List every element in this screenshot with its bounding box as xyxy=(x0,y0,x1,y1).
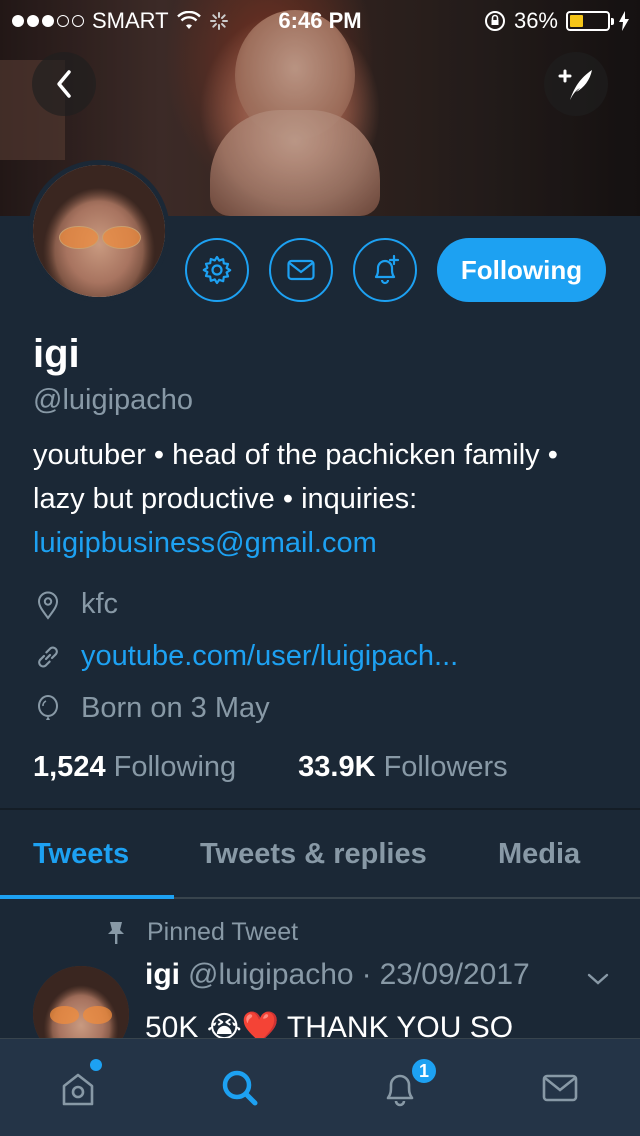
settings-button[interactable] xyxy=(185,238,249,302)
activity-spinner-icon xyxy=(209,12,228,30)
following-count: 1,524 xyxy=(33,751,106,783)
profile-tabs: Tweets Tweets & replies Media xyxy=(0,808,640,899)
active-tab-indicator xyxy=(0,895,174,899)
message-button[interactable] xyxy=(269,238,333,302)
status-left: SMART xyxy=(12,8,229,34)
back-button[interactable] xyxy=(32,52,96,116)
followers-label: Followers xyxy=(383,751,508,783)
compose-feather-icon xyxy=(558,69,592,100)
pinned-tweet-text: Pinned Tweet xyxy=(147,918,299,946)
profile-name: igi xyxy=(33,332,80,376)
charging-bolt-icon xyxy=(619,11,629,31)
website-link[interactable]: youtube.com/user/luigipach... xyxy=(81,640,458,673)
signal-strength-icon xyxy=(12,15,84,27)
status-bar: SMART 6:46 PM 36% xyxy=(0,0,640,40)
profile-location: kfc xyxy=(33,588,118,621)
followers-count: 33.9K xyxy=(298,751,376,783)
tweet-date: 23/09/2017 xyxy=(379,958,530,991)
profile-avatar-image xyxy=(33,165,165,297)
location-pin-icon xyxy=(37,591,59,620)
link-icon xyxy=(38,646,58,667)
nav-home[interactable] xyxy=(28,1039,128,1136)
tab-tweets-and-replies[interactable]: Tweets & replies xyxy=(200,838,427,871)
tweet-author-handle[interactable]: @luigipacho xyxy=(188,958,354,992)
nav-messages[interactable] xyxy=(510,1039,610,1136)
following-label: Following xyxy=(113,751,237,783)
carrier-name: SMART xyxy=(92,8,169,33)
pin-icon xyxy=(108,921,124,944)
tab-media[interactable]: Media xyxy=(498,838,580,871)
battery-fill xyxy=(570,15,583,27)
follow-counts: 1,524 Following 33.9K Followers xyxy=(33,751,508,784)
chevron-down-icon[interactable] xyxy=(585,970,611,988)
nav-search[interactable] xyxy=(190,1039,290,1136)
followers-count-link[interactable]: 33.9K Followers xyxy=(298,751,508,784)
envelope-icon xyxy=(287,259,315,281)
home-icon xyxy=(62,1073,94,1106)
wifi-icon xyxy=(176,11,201,29)
status-right: 36% xyxy=(484,8,630,34)
bio-email-link[interactable]: luigipbusiness@gmail.com xyxy=(33,527,377,559)
tweet-author-name[interactable]: igi xyxy=(145,958,180,992)
pinned-tweet-label: Pinned Tweet xyxy=(105,918,298,947)
profile-website[interactable]: youtube.com/user/luigipach... xyxy=(33,640,458,673)
gear-icon xyxy=(202,255,232,285)
notifications-subscribe-button[interactable] xyxy=(353,238,417,302)
battery-icon xyxy=(566,11,614,31)
notification-count-badge: 1 xyxy=(410,1057,438,1085)
tweet-separator: · xyxy=(361,958,372,991)
compose-tweet-button[interactable] xyxy=(544,52,608,116)
following-count-link[interactable]: 1,524 Following xyxy=(33,751,236,784)
birthday-text: Born on 3 May xyxy=(81,692,270,724)
profile-handle: @luigipacho xyxy=(33,384,194,416)
chevron-left-icon xyxy=(57,70,71,98)
profile-avatar[interactable] xyxy=(28,160,170,302)
following-button[interactable]: Following xyxy=(437,238,606,302)
tab-tweets[interactable]: Tweets xyxy=(33,838,129,871)
nav-notifications[interactable]: 1 xyxy=(350,1039,450,1136)
search-icon xyxy=(222,1070,258,1106)
bio-text: youtuber • head of the pachicken family … xyxy=(33,439,558,515)
balloon-icon xyxy=(38,694,58,720)
orientation-lock-icon xyxy=(484,11,505,31)
location-text: kfc xyxy=(81,588,119,620)
tweet-header: igi @luigipacho · 23/09/2017 xyxy=(145,958,530,992)
profile-bio: youtuber • head of the pachicken family … xyxy=(33,433,613,565)
profile-birthday: Born on 3 May xyxy=(33,692,270,725)
bottom-tab-bar: 1 xyxy=(0,1038,640,1136)
home-new-dot xyxy=(90,1059,102,1071)
messages-icon xyxy=(542,1074,578,1102)
battery-percent: 36% xyxy=(513,8,558,33)
bell-plus-icon xyxy=(374,254,400,285)
